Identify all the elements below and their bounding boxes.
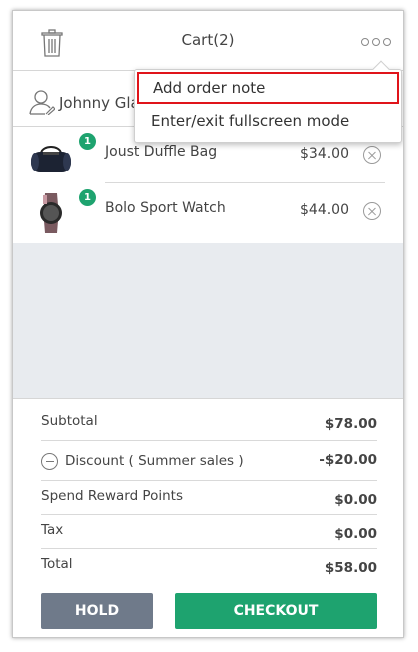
- total-label: Total: [41, 556, 73, 572]
- tax-label: Tax: [41, 522, 64, 538]
- cart-panel: Cart(2) Johnny Gla 1 Joust Duffle Bag $3…: [12, 10, 404, 638]
- cart-title: Cart(2): [181, 31, 235, 49]
- remove-discount-icon[interactable]: [41, 453, 58, 470]
- discount-row: Discount ( Summer sales ) -$20.00: [41, 441, 377, 481]
- options-dropdown-menu: Add order note Enter/exit fullscreen mod…: [134, 60, 402, 143]
- reward-points-label: Spend Reward Points: [41, 488, 183, 504]
- menu-item-fullscreen[interactable]: Enter/exit fullscreen mode: [137, 106, 399, 138]
- reward-points-value: $0.00: [334, 492, 377, 508]
- dot-icon: [372, 38, 380, 46]
- totals-section: Subtotal $78.00 Discount ( Summer sales …: [41, 399, 377, 583]
- quantity-badge: 1: [79, 189, 96, 206]
- cart-item[interactable]: 1 Bolo Sport Watch $44.00: [13, 183, 403, 239]
- sport-watch-icon: [40, 193, 62, 233]
- checkout-button[interactable]: CHECKOUT: [175, 593, 377, 629]
- item-price: $44.00: [300, 202, 349, 218]
- dot-icon: [361, 38, 369, 46]
- subtotal-value: $78.00: [324, 416, 377, 432]
- total-value: $58.00: [324, 560, 377, 576]
- duffle-bag-icon: [31, 146, 71, 172]
- discount-label: Discount ( Summer sales ): [65, 453, 244, 469]
- item-price: $34.00: [300, 146, 349, 162]
- total-row: Total $58.00: [41, 549, 377, 583]
- quantity-badge: 1: [79, 133, 96, 150]
- hold-button[interactable]: HOLD: [41, 593, 153, 629]
- remove-item-icon[interactable]: [363, 202, 381, 220]
- customer-name: Johnny Gla: [59, 94, 140, 112]
- subtotal-label: Subtotal: [41, 413, 98, 429]
- remove-item-icon[interactable]: [363, 146, 381, 164]
- discount-value: -$20.00: [319, 452, 377, 468]
- empty-cart-area: [13, 243, 403, 399]
- menu-item-add-order-note[interactable]: Add order note: [137, 72, 399, 104]
- item-name: Joust Duffle Bag: [105, 144, 218, 160]
- tax-row: Tax $0.00: [41, 515, 377, 549]
- tax-value: $0.00: [334, 526, 377, 542]
- dot-icon: [383, 38, 391, 46]
- reward-points-row: Spend Reward Points $0.00: [41, 481, 377, 515]
- cart-header: Cart(2): [13, 11, 403, 71]
- item-name: Bolo Sport Watch: [105, 200, 226, 216]
- more-options-icon[interactable]: [361, 38, 391, 46]
- subtotal-row: Subtotal $78.00: [41, 399, 377, 441]
- user-icon: [29, 90, 55, 115]
